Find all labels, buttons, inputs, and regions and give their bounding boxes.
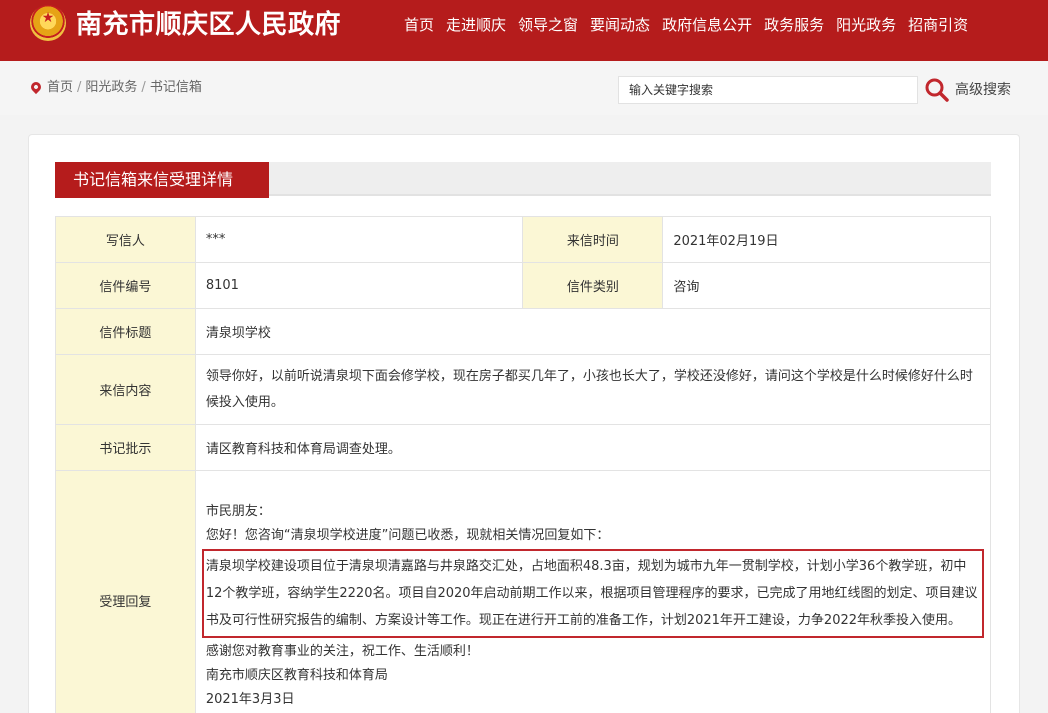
- nav-investment[interactable]: 招商引资: [908, 14, 968, 36]
- nav-home[interactable]: 首页: [404, 14, 434, 36]
- letter-detail-table: 写信人 *** 来信时间 2021年02月19日 信件编号 8101 信件类别 …: [55, 216, 992, 713]
- reply-intro: 您好！您咨询“清泉坝学校进度”问题已收悉，现就相关情况回复如下：: [205, 527, 610, 543]
- category-value: 咨询: [662, 262, 991, 309]
- instruction-label: 书记批示: [55, 424, 196, 471]
- writer-value: ***: [194, 216, 524, 263]
- nav-leaders[interactable]: 领导之窗: [518, 14, 578, 36]
- subject-label: 信件标题: [55, 308, 196, 355]
- site-header: ★ 南充市顺庆区人民政府 首页 走进顺庆 领导之窗 要闻动态 政府信息公开 政务…: [0, 0, 1048, 61]
- nav-news[interactable]: 要闻动态: [590, 14, 650, 36]
- reply-highlighted-text: 清泉坝学校建设项目位于清泉坝清嘉路与井泉路交汇处，占地面积48.3亩，规划为城市…: [201, 548, 984, 638]
- date-label: 来信时间: [522, 216, 664, 263]
- content-label: 来信内容: [55, 354, 196, 425]
- breadcrumb-home[interactable]: 首页: [47, 80, 73, 95]
- nav-about-shunqing[interactable]: 走进顺庆: [446, 14, 506, 36]
- writer-label: 写信人: [55, 216, 196, 263]
- search-input[interactable]: [618, 76, 918, 104]
- breadcrumb-separator: /: [141, 80, 146, 95]
- nav-gov-info[interactable]: 政府信息公开: [662, 14, 752, 36]
- reply-thanks: 感谢您对教育事业的关注，祝工作、生活顺利！: [205, 643, 479, 659]
- advanced-search-link[interactable]: 高级搜索: [955, 80, 1011, 100]
- section-title: 书记信箱来信受理详情: [55, 162, 269, 198]
- main-nav: 首页 走进顺庆 领导之窗 要闻动态 政府信息公开 政务服务 阳光政务 招商引资: [404, 14, 968, 36]
- table-row: 书记批示 请区教育科技和体育局调查处理。: [55, 424, 992, 471]
- breadcrumb: 首页 / 阳光政务 / 书记信箱: [47, 78, 202, 98]
- number-value: 8101: [194, 262, 524, 309]
- number-label: 信件编号: [55, 262, 196, 309]
- reply-greeting: 市民朋友：: [205, 503, 271, 519]
- content-value: 领导你好，以前听说清泉坝下面会修学校，现在房子都买几年了，小孩也长大了，学校还没…: [194, 354, 992, 425]
- nav-sunshine-affairs[interactable]: 阳光政务: [836, 14, 896, 36]
- reply-content: 市民朋友： 您好！您咨询“清泉坝学校进度”问题已收悉，现就相关情况回复如下： 清…: [194, 470, 992, 713]
- reply-sign-date: 2021年3月3日: [205, 691, 295, 707]
- site-title[interactable]: 南充市顺庆区人民政府: [76, 8, 341, 42]
- reply-label: 受理回复: [55, 470, 196, 713]
- category-label: 信件类别: [522, 262, 664, 309]
- national-emblem-icon: ★: [30, 5, 66, 41]
- table-row: 信件标题 清泉坝学校: [55, 308, 992, 355]
- table-row: 受理回复 市民朋友： 您好！您咨询“清泉坝学校进度”问题已收悉，现就相关情况回复…: [55, 470, 992, 713]
- search-icon[interactable]: [924, 77, 950, 103]
- subject-value: 清泉坝学校: [194, 308, 992, 355]
- reply-signer: 南充市顺庆区教育科技和体育局: [205, 667, 388, 683]
- nav-gov-services[interactable]: 政务服务: [764, 14, 824, 36]
- breadcrumb-separator: /: [77, 80, 82, 95]
- table-row: 来信内容 领导你好，以前听说清泉坝下面会修学校，现在房子都买几年了，小孩也长大了…: [55, 354, 992, 425]
- instruction-value: 请区教育科技和体育局调查处理。: [194, 424, 992, 471]
- table-row: 写信人 *** 来信时间 2021年02月19日: [55, 216, 991, 263]
- breadcrumb-sunshine-affairs[interactable]: 阳光政务: [85, 80, 137, 95]
- table-row: 信件编号 8101 信件类别 咨询: [55, 262, 991, 309]
- date-value: 2021年02月19日: [662, 216, 991, 263]
- breadcrumb-secretary-mailbox[interactable]: 书记信箱: [150, 80, 202, 95]
